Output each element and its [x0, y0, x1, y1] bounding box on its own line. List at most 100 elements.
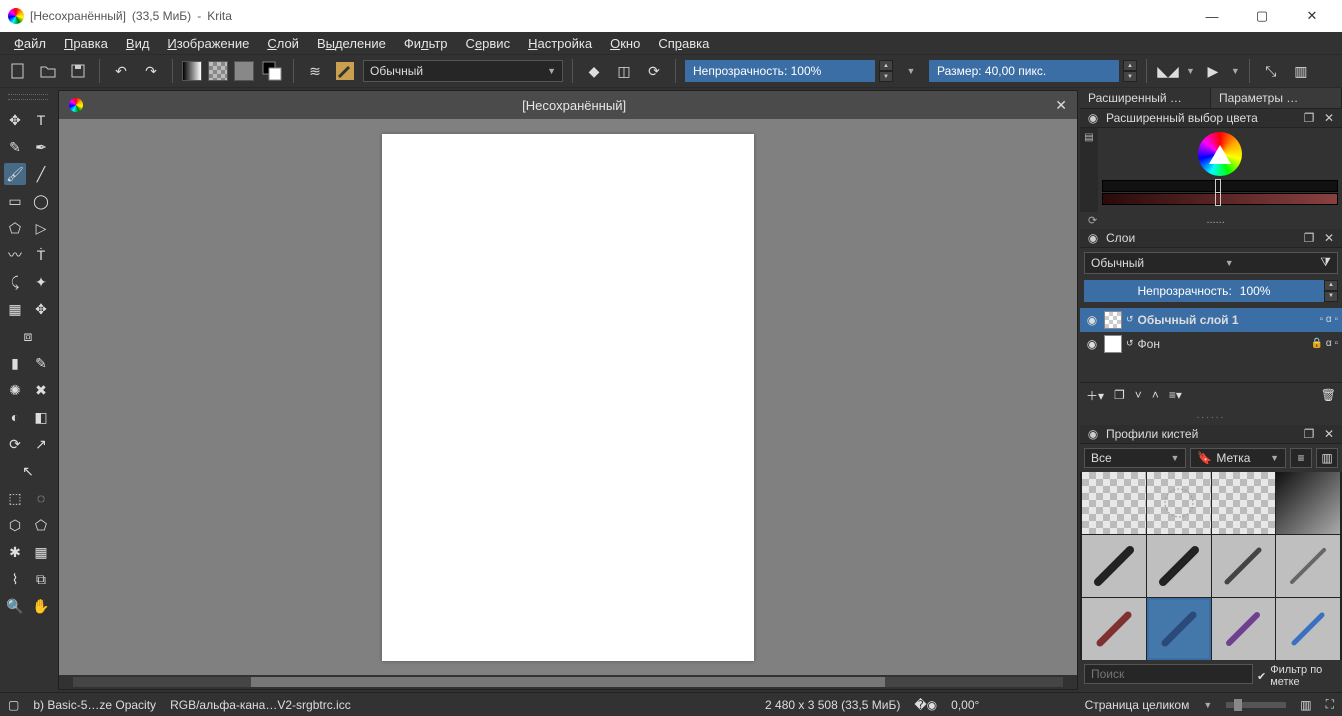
close-panel-icon[interactable]: ✕ [1322, 427, 1336, 441]
workspace-button[interactable]: ▥ [1289, 59, 1313, 83]
rect-select-tool[interactable]: ⬚ [4, 487, 26, 509]
freehand-path-tool[interactable]: Ṫ [30, 244, 52, 266]
visibility-icon[interactable]: ◉ [1084, 337, 1100, 351]
refresh-icon[interactable]: ⟳ [1088, 214, 1097, 227]
layer-blend-dropdown[interactable]: Обычный ▼ ⧩ [1084, 252, 1338, 274]
menu-help[interactable]: Справка [650, 34, 717, 53]
layer-row[interactable]: ◉ ↺ Фон 🔒 α ▫ [1080, 332, 1342, 356]
polygon-tool[interactable]: ⬠ [4, 217, 26, 239]
canvas-viewport[interactable] [59, 119, 1077, 675]
layer-locks[interactable]: 🔒 α ▫ [1311, 338, 1338, 349]
pan-tool[interactable]: ✋ [30, 595, 52, 617]
opacity-slider[interactable]: Непрозрачность: 100% [685, 60, 875, 82]
filter-by-tag-checkbox[interactable]: ✔Фильтр по метке [1257, 664, 1338, 688]
color-strip-1[interactable] [1102, 180, 1338, 192]
menu-tools[interactable]: Сервис [458, 34, 519, 53]
zoom-slider[interactable] [1226, 702, 1286, 708]
document-close-button[interactable]: ✕ [1055, 97, 1067, 114]
color-panel-sidebar[interactable]: ▤ [1080, 128, 1098, 211]
layer-locks[interactable]: ▫ α ▫ [1320, 314, 1338, 325]
menu-filter[interactable]: Фильтр [396, 34, 456, 53]
selection-mask-icon[interactable]: ▢ [8, 698, 19, 712]
save-file-button[interactable] [66, 59, 90, 83]
toolbox-handle[interactable] [8, 94, 48, 100]
zoom-tool[interactable]: 🔍 [4, 595, 26, 617]
horizontal-scrollbar[interactable] [59, 675, 1077, 689]
canvas-page[interactable] [382, 134, 754, 661]
color-wheel[interactable] [1198, 132, 1242, 176]
close-panel-icon[interactable]: ✕ [1322, 111, 1336, 125]
pattern-checker-swatch[interactable] [208, 61, 228, 81]
layer-name[interactable]: Обычный слой 1 [1138, 313, 1316, 327]
similar-select-tool[interactable]: ▦ [30, 541, 52, 563]
rectangle-tool[interactable]: ▭ [4, 190, 26, 212]
move-down-button[interactable]: ˅ [1135, 388, 1142, 402]
line-tool[interactable]: ╱ [30, 163, 52, 185]
ellipse-tool[interactable]: ◯ [30, 190, 52, 212]
gradient-swatch[interactable] [182, 61, 202, 81]
menu-window[interactable]: Окно [602, 34, 648, 53]
undo-button[interactable]: ↶ [109, 59, 133, 83]
bezier-select-tool[interactable]: ⌇ [4, 568, 26, 590]
layer-properties-button[interactable]: ≡▾ [1169, 388, 1182, 402]
brush-tool[interactable]: 🖌 [4, 163, 26, 185]
window-close-button[interactable]: ✕ [1290, 2, 1334, 30]
measure-tool[interactable]: ⟳ [4, 433, 26, 455]
tab-tool-options[interactable]: Параметры … [1211, 88, 1342, 108]
redo-button[interactable]: ↷ [139, 59, 163, 83]
add-layer-button[interactable]: ＋▾ [1086, 387, 1104, 404]
fg-bg-colors[interactable] [260, 59, 284, 83]
pattern-noise-swatch[interactable] [234, 61, 254, 81]
contiguous-select-tool[interactable]: ✱ [4, 541, 26, 563]
crop-tool[interactable]: ⧈ [17, 325, 39, 347]
reference-tool[interactable]: ↗ [30, 433, 52, 455]
status-zoom[interactable]: Страница целиком [1085, 698, 1190, 712]
brush-preset[interactable] [1082, 535, 1146, 597]
menu-select[interactable]: Выделение [309, 34, 394, 53]
float-icon[interactable]: ❐ [1302, 111, 1316, 125]
brush-preset[interactable] [1147, 535, 1211, 597]
fill-tool[interactable]: ▮ [4, 352, 26, 374]
brush-preset[interactable] [1212, 535, 1276, 597]
document-tab[interactable]: [Несохранённый] ✕ [59, 91, 1077, 119]
dynamic-brush-tool[interactable]: ⤹ [4, 271, 26, 293]
lock-icon[interactable]: ◉ [1086, 111, 1100, 125]
move-tool[interactable]: ✥ [4, 109, 26, 131]
alpha-lock-button[interactable]: ◫ [612, 59, 636, 83]
brush-search-input[interactable] [1084, 664, 1253, 684]
bezier-tool[interactable]: 〰 [4, 244, 26, 266]
blend-mode-dropdown[interactable]: Обычный ▼ [363, 60, 563, 82]
calligraphy-tool[interactable]: ✒ [30, 136, 52, 158]
brush-tag-label-dropdown[interactable]: 🔖 Метка ▼ [1190, 448, 1286, 468]
fullscreen-icon[interactable]: ⛶ [1326, 697, 1334, 712]
polyline-tool[interactable]: ▷ [30, 217, 52, 239]
window-minimize-button[interactable]: — [1190, 2, 1234, 30]
menu-file[interactable]: Файл [6, 34, 54, 53]
size-steppers[interactable]: ▲▼ [1123, 60, 1137, 82]
move-layer-tool[interactable]: ✥ [30, 298, 52, 320]
lock-icon[interactable]: ◉ [1086, 231, 1100, 245]
smart-fill-tool[interactable]: ✺ [4, 379, 26, 401]
transform-tool[interactable]: ▦ [4, 298, 26, 320]
brush-preset[interactable] [1147, 598, 1211, 660]
color-strip-2[interactable] [1102, 193, 1338, 205]
mirror-v-menu[interactable]: ▼ [1231, 66, 1240, 76]
wrap-mode-button[interactable]: ⤡ [1259, 59, 1283, 83]
size-slider[interactable]: Размер: 40,00 пикс. [929, 60, 1119, 82]
color-picker-tool[interactable]: ✎ [30, 352, 52, 374]
brush-view-mode[interactable]: ≡ [1290, 448, 1312, 468]
gradient-tool[interactable]: ◐ [4, 406, 26, 428]
move-up-button[interactable]: ˄ [1152, 388, 1159, 402]
eyedropper-tool[interactable]: ↖ [17, 460, 39, 482]
mirror-horizontal-button[interactable]: ◣◢ [1156, 59, 1180, 83]
lock-icon[interactable]: ◉ [1086, 427, 1100, 441]
brush-preset[interactable] [1276, 535, 1340, 597]
delete-layer-button[interactable]: 🗑 [1321, 388, 1336, 402]
zoom-dropdown-icon[interactable]: ▼ [1203, 700, 1212, 710]
eraser-mode-button[interactable]: ◆ [582, 59, 606, 83]
pattern-edit-tool[interactable]: ✖ [30, 379, 52, 401]
filter-icon[interactable]: ⧩ [1320, 255, 1331, 270]
multibrush-tool[interactable]: ✦ [30, 271, 52, 293]
mirror-h-menu[interactable]: ▼ [1186, 66, 1195, 76]
poly-select-tool[interactable]: ⬠ [30, 514, 52, 536]
